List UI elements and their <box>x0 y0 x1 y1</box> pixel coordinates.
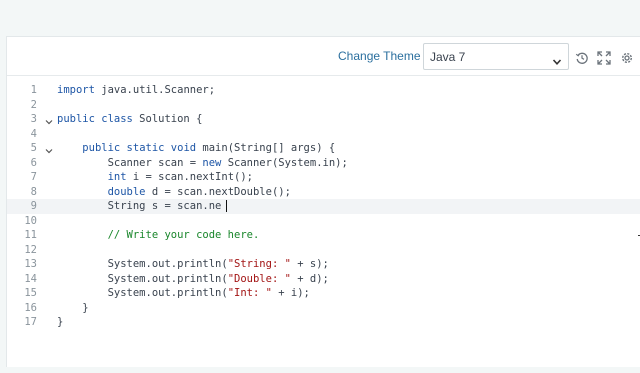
line-number: 17 <box>24 316 37 328</box>
code-token: int <box>107 171 127 183</box>
code-token: + s); <box>290 258 329 270</box>
code-token: "String: " <box>227 258 291 270</box>
line-number: 4 <box>30 127 37 140</box>
fold-chevron-icon[interactable] <box>45 145 53 154</box>
code-line[interactable]: 10 <box>7 214 640 229</box>
code-line[interactable]: 5 public static void main(String[] args)… <box>7 141 640 156</box>
code-text: int i = scan.nextInt(); <box>57 170 253 185</box>
code-line[interactable]: 11 // Write your code here. <box>7 228 640 243</box>
line-number: 16 <box>24 301 37 314</box>
code-token: "Double: " <box>227 272 291 285</box>
code-text: System.out.println("String: " + s); <box>57 257 329 272</box>
code-token: double <box>107 185 146 198</box>
code-line[interactable]: 17} <box>7 315 640 330</box>
code-token: System.out.println( <box>57 272 228 285</box>
code-token: "Int: " <box>227 287 272 299</box>
line-number: 13 <box>24 258 37 270</box>
code-token: } <box>57 301 89 314</box>
line-number: 3 <box>30 113 37 125</box>
language-select[interactable]: Java 7 <box>423 43 569 70</box>
code-token: d = scan.nextDouble(); <box>145 185 291 198</box>
code-token: Scanner(System.in); <box>221 156 348 169</box>
top-strip <box>0 0 640 34</box>
code-line[interactable]: 16 } <box>7 301 640 316</box>
line-number: 6 <box>30 156 37 169</box>
code-token: + i); <box>271 287 310 299</box>
code-token: Scanner scan = <box>57 156 203 169</box>
fullscreen-icon[interactable] <box>597 50 611 65</box>
code-text: public class Solution { <box>57 112 202 127</box>
code-token: Solution { <box>132 113 203 125</box>
code-token: public static void <box>82 142 197 154</box>
line-number: 10 <box>24 214 37 227</box>
code-text: // Write your code here. <box>57 228 260 243</box>
code-token: System.out.println( <box>57 258 228 270</box>
code-token: public class <box>57 113 133 125</box>
code-line[interactable]: 8 double d = scan.nextDouble(); <box>7 185 640 200</box>
code-token: new <box>202 156 222 169</box>
code-text: import java.util.Scanner; <box>57 83 215 98</box>
line-number: 14 <box>24 272 37 285</box>
code-text: System.out.println("Double: " + d); <box>57 272 329 287</box>
line-number: 15 <box>24 287 37 299</box>
code-line[interactable]: 2 <box>7 98 640 113</box>
code-line[interactable]: 15 System.out.println("Int: " + i); <box>7 286 640 301</box>
code-line[interactable]: 14 System.out.println("Double: " + d); <box>7 272 640 287</box>
code-token: main(String[] args) { <box>196 142 336 154</box>
line-number: 12 <box>24 243 37 256</box>
code-text: public static void main(String[] args) { <box>57 141 335 156</box>
change-theme-link[interactable]: Change Theme <box>338 49 421 63</box>
code-line[interactable]: 9 String s = scan.ne <box>7 199 640 214</box>
code-text: String s = scan.ne <box>57 199 222 214</box>
code-token: i = scan.nextInt(); <box>126 171 253 183</box>
line-number: 2 <box>30 98 37 111</box>
line-number: 9 <box>30 200 37 212</box>
code-text: } <box>57 301 89 316</box>
code-line[interactable]: 7 int i = scan.nextInt(); <box>7 170 640 185</box>
code-token: System.out.println( <box>57 287 228 299</box>
settings-icon[interactable] <box>620 50 634 64</box>
chevron-down-icon <box>552 52 562 71</box>
line-number: 8 <box>30 185 37 198</box>
code-text: Scanner scan = new Scanner(System.in); <box>57 156 348 171</box>
code-line[interactable]: 6 Scanner scan = new Scanner(System.in); <box>7 156 640 171</box>
code-token: java.util.Scanner; <box>94 84 216 96</box>
editor-toolbar: Change Theme Java 7 <box>7 37 640 76</box>
line-number: 5 <box>30 142 37 154</box>
code-token: // Write your code here. <box>57 229 260 241</box>
code-line[interactable]: 13 System.out.println("String: " + s); <box>7 257 640 272</box>
code-line[interactable]: 1 import java.util.Scanner; <box>7 83 640 98</box>
code-line[interactable]: 12 <box>7 243 640 258</box>
code-token: String s = scan.ne <box>57 200 222 212</box>
line-number: 11 <box>24 229 37 241</box>
line-number: 1 <box>30 84 37 96</box>
code-token: } <box>57 316 64 328</box>
text-cursor <box>226 200 227 212</box>
code-text: System.out.println("Int: " + i); <box>57 286 310 301</box>
code-line[interactable]: 3 public class Solution { <box>7 112 640 127</box>
language-select-value: Java 7 <box>430 50 466 64</box>
code-token: import <box>57 84 95 96</box>
code-line[interactable]: 4 <box>7 127 640 142</box>
code-text: double d = scan.nextDouble(); <box>57 185 291 200</box>
code-token: + d); <box>290 272 329 285</box>
history-icon[interactable] <box>575 50 589 64</box>
fold-chevron-icon[interactable] <box>45 116 53 125</box>
code-editor-panel: Change Theme Java 7 1 import java.util.S… <box>6 36 640 367</box>
code-editor[interactable]: 1 import java.util.Scanner; 2 3 public class… <box>7 83 640 373</box>
code-text: } <box>57 315 63 330</box>
line-number: 7 <box>30 171 37 183</box>
